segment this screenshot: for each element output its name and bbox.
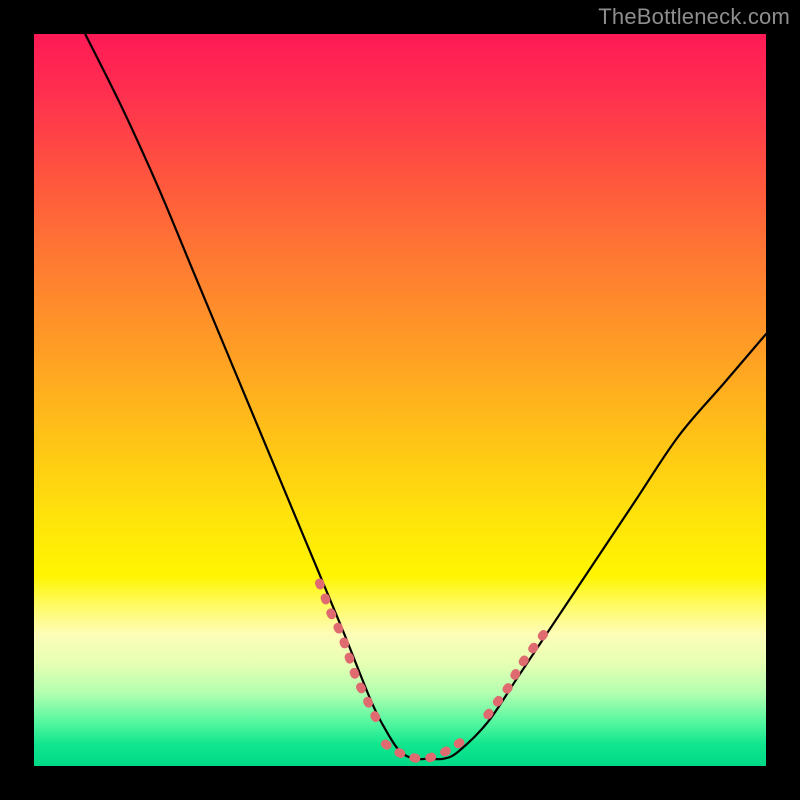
outer-frame: TheBottleneck.com (0, 0, 800, 800)
marker-band-right-path (488, 631, 547, 715)
watermark-text: TheBottleneck.com (598, 4, 790, 30)
chart-plot-area (34, 34, 766, 766)
curve-layer (85, 34, 766, 759)
marker-band-left-path (320, 583, 379, 722)
bottleneck-curve-path (85, 34, 766, 759)
chart-svg (34, 34, 766, 766)
